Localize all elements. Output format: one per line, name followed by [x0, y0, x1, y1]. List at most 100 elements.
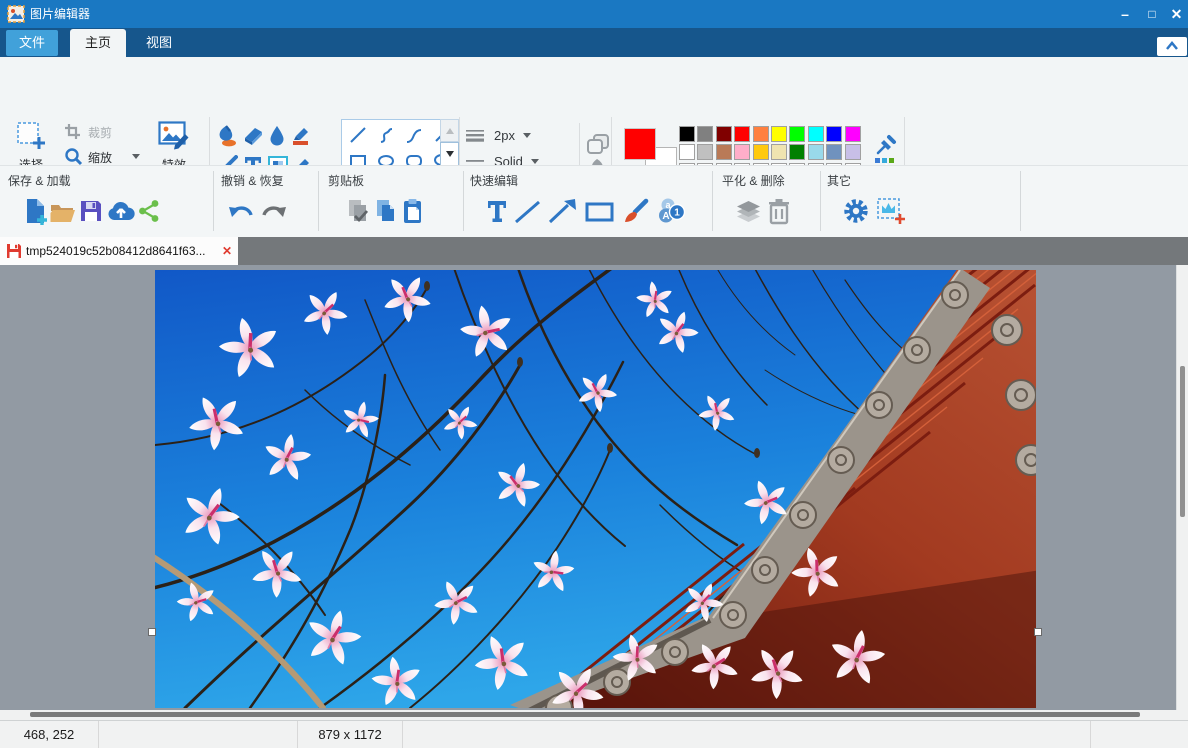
color-swatch[interactable]: [679, 144, 695, 160]
collapse-ribbon-button[interactable]: [1157, 37, 1187, 56]
shape-curve[interactable]: [400, 123, 427, 147]
color-swatch[interactable]: [697, 126, 713, 142]
crop-button[interactable]: 裁剪: [62, 123, 126, 141]
minimize-button[interactable]: –: [1113, 0, 1137, 28]
paste-button[interactable]: [402, 198, 426, 229]
vertical-scrollbar-thumb[interactable]: [1180, 366, 1185, 517]
tab-view[interactable]: 视图: [130, 29, 188, 57]
eyedropper-button[interactable]: [876, 133, 898, 160]
color-swatch[interactable]: [753, 126, 769, 142]
status-bar: 468, 252 879 x 1172: [0, 720, 1188, 748]
shape-outline-icon: [586, 133, 610, 155]
delete-button[interactable]: [767, 198, 791, 230]
tab-home[interactable]: 主页: [70, 29, 126, 57]
group-title-quick-edit: 快速编辑: [470, 172, 518, 189]
selection-handle-left[interactable]: [148, 628, 156, 636]
horizontal-scrollbar-thumb[interactable]: [30, 712, 1140, 717]
shape-s-curve[interactable]: [372, 123, 399, 147]
vertical-scrollbar[interactable]: [1176, 265, 1188, 710]
copy-check-icon: [347, 199, 372, 224]
color-swatch[interactable]: [845, 144, 861, 160]
color-swatch[interactable]: [697, 144, 713, 160]
select-icon: [16, 121, 46, 151]
document-tab[interactable]: tmp524019c52b08412d8641f63... ✕: [0, 237, 238, 265]
quick-arrow-button[interactable]: [548, 199, 577, 229]
brush-icon: [622, 198, 649, 225]
group-title-undo-redo: 撤销 & 恢复: [221, 172, 284, 189]
zoom-button[interactable]: 缩放: [62, 147, 146, 167]
color-swatch[interactable]: [808, 144, 824, 160]
tab-file[interactable]: 文件: [6, 30, 58, 56]
shape-line[interactable]: [344, 123, 371, 147]
highlighter-tool-button[interactable]: [291, 125, 313, 152]
maximize-button[interactable]: □: [1140, 0, 1164, 28]
copy-merged-button[interactable]: [347, 199, 372, 229]
svg-text:A: A: [662, 211, 669, 222]
thickness-value: 2px: [494, 128, 515, 143]
canvas-area[interactable]: [0, 265, 1176, 710]
gallery-scroll-up-button[interactable]: [440, 119, 459, 142]
color-swatch[interactable]: [734, 144, 750, 160]
divider: [318, 171, 319, 231]
color-swatch[interactable]: [716, 126, 732, 142]
horizontal-scrollbar[interactable]: [0, 710, 1188, 720]
blur-tool-button[interactable]: [267, 125, 287, 152]
quick-text-button[interactable]: [486, 199, 508, 228]
fill-tool-button[interactable]: [216, 125, 238, 152]
foreground-color[interactable]: [624, 128, 656, 160]
dropdown-arrow-icon: [132, 154, 140, 159]
color-swatch[interactable]: [771, 126, 787, 142]
color-swatch[interactable]: [826, 144, 842, 160]
new-file-button[interactable]: [24, 198, 50, 231]
cloud-upload-icon: [107, 200, 135, 222]
cursor-position-value: 468, 252: [24, 727, 75, 742]
thickness-dropdown[interactable]: 2px: [464, 123, 556, 147]
divider: [712, 171, 713, 231]
selection-handle-right[interactable]: [1034, 628, 1042, 636]
divider: [1020, 171, 1021, 231]
dropdown-arrow-icon: [531, 159, 539, 164]
color-swatch[interactable]: [789, 144, 805, 160]
status-cursor-position: 468, 252: [0, 721, 99, 748]
line-style-icon: [464, 158, 486, 164]
color-swatch[interactable]: [753, 144, 769, 160]
color-swatch[interactable]: [789, 126, 805, 142]
share-button[interactable]: [137, 199, 161, 228]
document-tab-bar: tmp524019c52b08412d8641f63... ✕: [0, 237, 1188, 265]
color-swatch[interactable]: [716, 144, 732, 160]
photo-magnolia-blossoms[interactable]: [155, 270, 1036, 708]
floppy-disk-icon: [79, 199, 103, 223]
close-button[interactable]: ✕: [1166, 0, 1187, 28]
eraser-tool-button[interactable]: [242, 125, 264, 152]
quick-counter-button[interactable]: a A 1: [657, 197, 687, 230]
document-tab-close-button[interactable]: ✕: [219, 237, 235, 265]
quick-rectangle-button[interactable]: [585, 202, 614, 227]
quick-brush-button[interactable]: [622, 198, 649, 230]
color-swatch[interactable]: [808, 126, 824, 142]
color-swatch[interactable]: [826, 126, 842, 142]
save-button[interactable]: [79, 199, 103, 228]
dropdown-arrow-icon: [523, 133, 531, 138]
color-swatch[interactable]: [771, 144, 787, 160]
gallery-scroll-down-button[interactable]: [440, 142, 459, 166]
settings-button[interactable]: [842, 197, 870, 230]
open-file-button[interactable]: [50, 201, 76, 228]
flatten-layers-button[interactable]: [735, 199, 762, 230]
magnifier-icon: [64, 147, 83, 166]
quick-line-button[interactable]: [514, 200, 541, 229]
status-cell-empty: [1091, 721, 1188, 748]
color-swatch[interactable]: [734, 126, 750, 142]
copy-icon: [375, 199, 399, 224]
copy-button[interactable]: [375, 199, 399, 229]
folder-icon: [50, 201, 76, 223]
redo-button[interactable]: [260, 200, 286, 229]
undo-button[interactable]: [229, 200, 255, 229]
triangle-up-icon: [445, 127, 455, 135]
color-swatch[interactable]: [679, 126, 695, 142]
shape-outline-style-button[interactable]: [586, 133, 610, 160]
custom-select-button[interactable]: [876, 197, 906, 231]
group-title-flatten-delete: 平化 & 删除: [722, 172, 785, 189]
upload-button[interactable]: [107, 200, 135, 227]
color-swatch[interactable]: [845, 126, 861, 142]
divider: [463, 171, 464, 231]
